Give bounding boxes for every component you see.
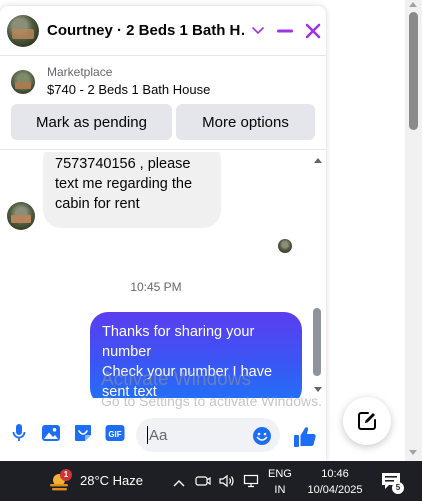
chat-title[interactable]: Courtney · 2 Beds 1 Bath H… <box>47 22 244 39</box>
notification-count-badge: 5 <box>392 482 404 494</box>
message-composer: GIF Aa <box>0 410 326 454</box>
received-message-bubble: 7573740156 , please text me regarding th… <box>43 152 221 228</box>
emoji-icon[interactable] <box>252 426 272 446</box>
chevron-up-icon[interactable] <box>173 474 185 487</box>
activate-windows-subtitle: Go to Settings to activate Windows. <box>101 393 322 409</box>
weather-text[interactable]: 28°C Haze <box>80 473 143 488</box>
clock-time: 10:46 <box>321 468 349 480</box>
scroll-down-arrow-icon[interactable] <box>314 387 322 392</box>
new-message-button[interactable] <box>343 397 391 445</box>
scroll-up-arrow-icon[interactable] <box>314 158 322 163</box>
close-icon[interactable] <box>304 22 322 40</box>
clock[interactable]: 10:46 10/04/2025 <box>305 466 365 498</box>
received-message-line: text me regarding the <box>55 176 193 192</box>
more-options-button[interactable]: More options <box>176 104 315 140</box>
seen-indicator-avatar <box>278 239 292 253</box>
page-scrollbar[interactable] <box>405 0 422 461</box>
listing-source: Marketplace <box>47 65 113 79</box>
mark-as-pending-button[interactable]: Mark as pending <box>11 104 172 140</box>
microphone-icon[interactable] <box>8 422 30 444</box>
listing-divider <box>0 149 326 150</box>
sent-message-line: number <box>102 344 152 360</box>
listing-name: $740 - 2 Beds 1 Bath House <box>47 82 211 97</box>
photo-icon[interactable] <box>40 422 62 444</box>
message-timestamp: 10:45 PM <box>130 280 182 294</box>
clock-date: 10/04/2025 <box>307 484 363 496</box>
svg-text:GIF: GIF <box>108 430 121 439</box>
received-message-line: cabin for rent <box>55 196 140 212</box>
language-indicator[interactable]: ENG IN <box>268 466 292 498</box>
header-divider <box>0 55 326 56</box>
camera-icon[interactable] <box>194 472 212 490</box>
language-code: ENG <box>268 468 292 480</box>
sent-message-line: Thanks for sharing your <box>102 324 255 340</box>
scroll-up-arrow-icon[interactable] <box>409 2 417 7</box>
minimize-icon[interactable] <box>276 22 294 40</box>
received-message-line: 7573740156 , please <box>55 156 191 172</box>
activate-windows-title: Activate Windows <box>101 369 251 390</box>
weather-alert-badge: 1 <box>60 469 72 481</box>
language-region: IN <box>274 484 286 496</box>
sticker-icon[interactable] <box>72 422 94 444</box>
thumbs-up-icon[interactable] <box>292 424 318 450</box>
message-input-placeholder: Aa <box>149 426 168 444</box>
chevron-down-icon[interactable] <box>250 23 266 39</box>
message-list[interactable]: 7573740156 , please text me regarding th… <box>0 152 326 398</box>
network-icon[interactable] <box>242 472 260 490</box>
listing-thumbnail <box>11 70 35 94</box>
contact-avatar[interactable] <box>7 14 39 47</box>
messages-scrollbar[interactable] <box>312 152 324 398</box>
page-scroll-thumb[interactable] <box>409 12 418 130</box>
compose-icon <box>358 412 376 430</box>
taskbar: 1 28°C Haze ENG IN 10:46 10/04/2025 5 <box>0 461 422 501</box>
gif-icon[interactable]: GIF <box>104 422 126 444</box>
text-caret <box>147 426 148 444</box>
listing-info[interactable]: Marketplace $740 - 2 Beds 1 Bath House <box>11 64 210 100</box>
scroll-down-arrow-icon[interactable] <box>409 450 417 455</box>
sender-avatar[interactable] <box>7 202 35 230</box>
messages-scroll-thumb[interactable] <box>313 308 321 376</box>
volume-icon[interactable] <box>218 472 236 490</box>
chat-header: Courtney · 2 Beds 1 Bath H… <box>0 6 326 55</box>
